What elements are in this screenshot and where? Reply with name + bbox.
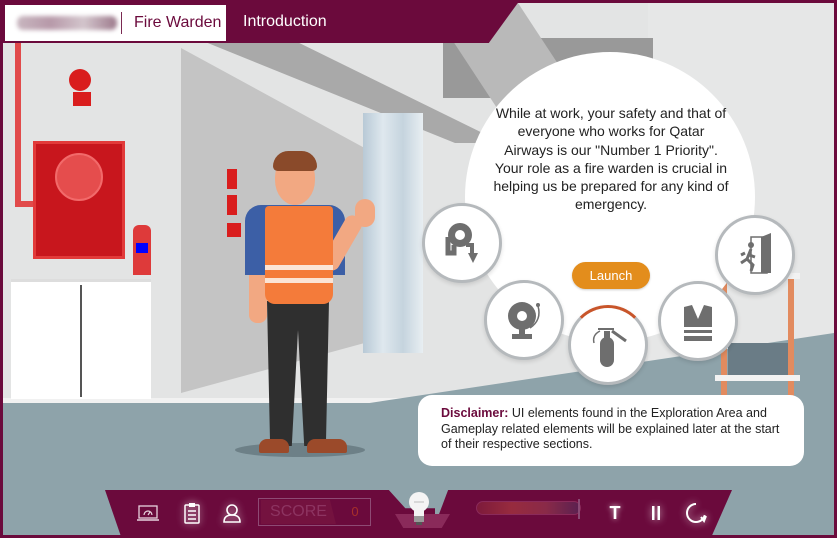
character-hair bbox=[273, 151, 317, 171]
transcript-button[interactable]: T bbox=[602, 500, 628, 526]
clipboard-checklist-icon bbox=[184, 503, 200, 524]
profile-button[interactable] bbox=[219, 500, 245, 526]
character-waving-hand bbox=[355, 199, 375, 227]
glass-door bbox=[363, 113, 423, 353]
extinguisher-label bbox=[136, 243, 148, 253]
text-icon: T bbox=[609, 502, 621, 523]
bottom-toolbar: SCORE 0 T bbox=[0, 488, 837, 538]
disclaimer-label: Disclaimer: bbox=[441, 406, 509, 420]
storage-box bbox=[728, 343, 788, 377]
topic-fire-hose[interactable] bbox=[422, 203, 502, 283]
character-shoe bbox=[307, 439, 347, 453]
topic-fire-alarm[interactable] bbox=[484, 280, 564, 360]
score-value: 0 bbox=[340, 500, 370, 524]
qatar-airways-logo bbox=[17, 16, 117, 30]
launch-button[interactable]: Launch bbox=[572, 262, 650, 289]
topic-safety-vest[interactable] bbox=[658, 281, 738, 361]
disclaimer-box: Disclaimer: UI elements found in the Exp… bbox=[418, 395, 804, 466]
fire-alarm-sign bbox=[73, 92, 91, 106]
fire-safety-sign bbox=[227, 195, 237, 215]
section-title: Introduction bbox=[243, 13, 327, 30]
pause-button[interactable] bbox=[643, 500, 669, 526]
topic-fire-extinguisher[interactable] bbox=[568, 305, 648, 385]
score-label: SCORE bbox=[261, 500, 336, 524]
fire-hose-reel bbox=[55, 153, 103, 201]
fire-hose-reel-icon bbox=[445, 223, 478, 263]
pause-icon bbox=[652, 506, 660, 520]
laptop-dashboard-icon bbox=[137, 505, 159, 521]
vest-reflective-stripe bbox=[265, 265, 333, 270]
game-stage: Fire Warden Introduction While at work, … bbox=[0, 0, 837, 538]
sprinkler-pipe bbox=[15, 43, 21, 203]
fire-extinguisher-icon bbox=[592, 328, 627, 367]
fire-alarm-bell-icon bbox=[508, 302, 540, 339]
audio-progress-bar[interactable] bbox=[476, 501, 581, 515]
replay-icon bbox=[686, 503, 707, 524]
character-safety-vest bbox=[265, 206, 333, 304]
topic-emergency-exit[interactable] bbox=[715, 215, 795, 295]
fire-safety-sign bbox=[227, 169, 237, 189]
cabinet-door-split bbox=[80, 285, 82, 397]
hint-button[interactable] bbox=[404, 488, 434, 528]
score-display: SCORE 0 bbox=[258, 498, 371, 526]
title-divider bbox=[121, 12, 122, 34]
intro-message: While at work, your safety and that of e… bbox=[493, 105, 729, 213]
lightbulb-icon bbox=[409, 492, 429, 525]
tasks-button[interactable] bbox=[179, 500, 205, 526]
emergency-exit-icon bbox=[740, 233, 771, 274]
progress-handle[interactable] bbox=[577, 499, 580, 519]
title-box: Fire Warden bbox=[5, 5, 226, 41]
user-icon bbox=[223, 504, 241, 523]
fire-alarm-bell bbox=[69, 69, 91, 91]
replay-button[interactable] bbox=[683, 500, 709, 526]
manual-call-point bbox=[227, 223, 241, 237]
shelf bbox=[715, 375, 800, 381]
top-bar: Fire Warden Introduction bbox=[0, 0, 837, 43]
dashboard-button[interactable] bbox=[135, 500, 161, 526]
safety-vest-icon bbox=[684, 305, 712, 341]
course-title: Fire Warden bbox=[134, 14, 222, 31]
character-shoe bbox=[259, 439, 289, 453]
vest-reflective-stripe bbox=[265, 278, 333, 283]
